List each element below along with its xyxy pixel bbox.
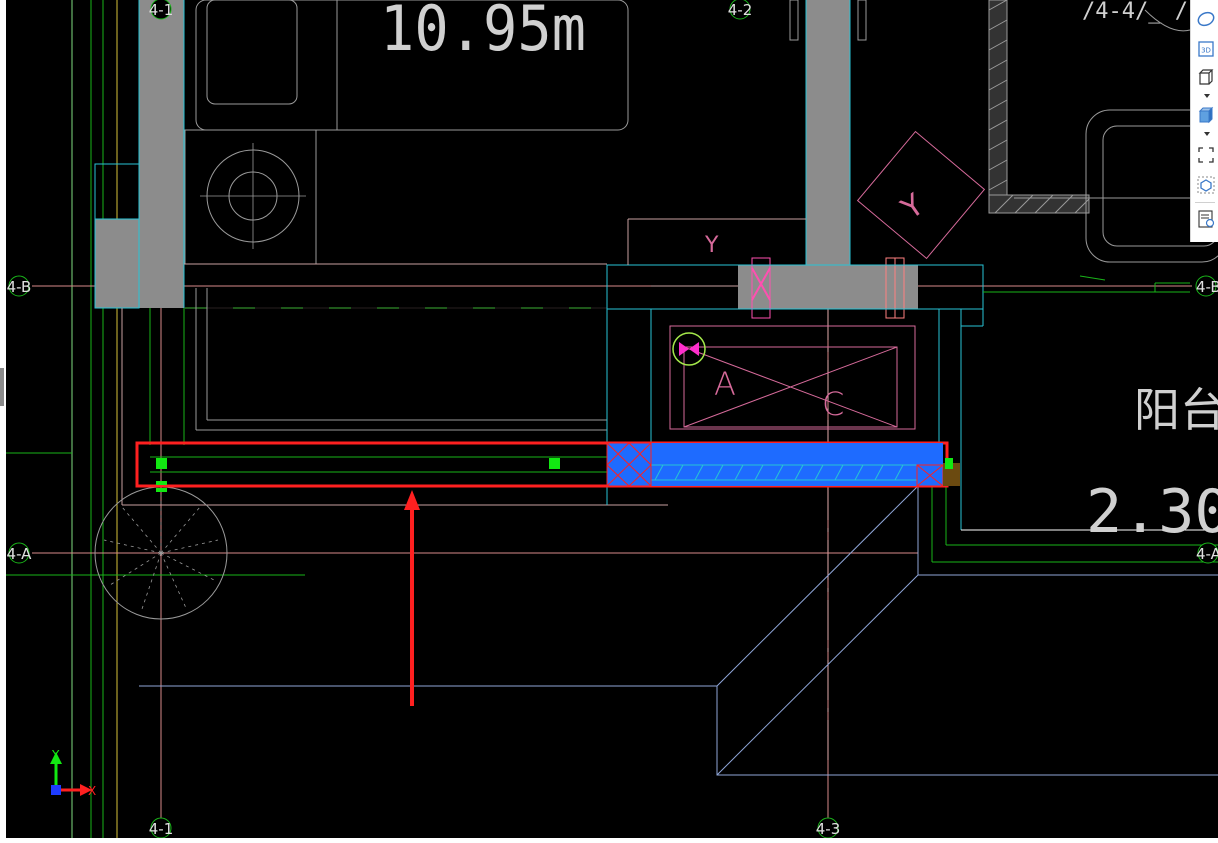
svg-text:4-2: 4-2 (728, 1, 753, 19)
vent-label: Y (704, 233, 719, 258)
svg-text:4-B: 4-B (7, 278, 32, 296)
svg-text:3D: 3D (1201, 47, 1211, 55)
annotation-arrow (404, 490, 420, 706)
left-panel-edge (0, 0, 6, 843)
grip-handle[interactable] (945, 458, 953, 469)
fixture-outline (857, 0, 867, 41)
view-cube-dropdown-icon[interactable] (1204, 94, 1210, 98)
svg-text:4-3: 4-3 (816, 820, 841, 838)
area-label: 10.95m (380, 0, 586, 65)
isolate-object-button[interactable] (1195, 174, 1217, 196)
selection-frame-icon (1198, 147, 1214, 163)
balcony-outline (139, 685, 1218, 776)
toilet-fixture (856, 130, 986, 260)
grid-bubble-left-4-a: 4-A (7, 542, 33, 564)
cad-drawing-canvas[interactable]: 10.95m Y Y A C /4-4/_ / 阳台 2.30 4-1 4-2 … (0, 0, 1218, 843)
ucs-icon: Y X (50, 748, 96, 798)
svg-text:4-A: 4-A (1196, 545, 1218, 563)
svg-text:4-1: 4-1 (149, 1, 174, 19)
grid-bubble-right-4-a: 4-A (1196, 542, 1218, 564)
wall-column-center (806, 0, 850, 265)
bottom-edge (0, 838, 1218, 843)
green-wall-line (1079, 275, 1106, 281)
shaded-dropdown-icon[interactable] (1204, 132, 1210, 136)
balcony-diagonal (716, 485, 919, 687)
wall-stub (95, 219, 139, 308)
view-cube-button[interactable] (1195, 66, 1217, 88)
svg-text:4-A: 4-A (7, 545, 33, 563)
view-toolbar: 3D (1190, 0, 1218, 242)
appliance-inner (206, 0, 298, 105)
wall-column-left (139, 0, 184, 308)
grid-bubble-right-4-b: 4-B (1195, 275, 1218, 297)
equipment-label-c: C (822, 385, 844, 423)
3d-view-icon: 3D (1198, 41, 1214, 57)
grid-bubble-top-4-1: 4-1 (149, 0, 174, 20)
cad-viewport[interactable]: 10.95m Y Y A C /4-4/_ / 阳台 2.30 4-1 4-2 … (0, 0, 1218, 843)
balcony-diagonal (716, 574, 919, 776)
grid-bubble-left-4-b: 4-B (7, 275, 32, 297)
grip-handle[interactable] (156, 488, 167, 492)
balcony-area-label: 2.30m (1086, 477, 1218, 547)
grid-bubble-top-4-2: 4-2 (728, 0, 753, 20)
grip-handle[interactable] (156, 481, 167, 485)
room-label-partial: /4-4/_ / (1082, 0, 1188, 24)
properties-icon (1198, 210, 1215, 228)
svg-text:4-B: 4-B (1196, 278, 1218, 296)
equipment-box (669, 325, 916, 430)
shaded-cube-button[interactable] (1195, 104, 1217, 126)
grip-handle[interactable] (156, 458, 167, 469)
selection-frame-button[interactable] (1195, 144, 1217, 166)
grid-bubble-bottom-4-1: 4-1 (149, 817, 174, 839)
svg-text:4-1: 4-1 (149, 820, 174, 838)
balcony-label: 阳台 (1134, 383, 1218, 437)
3d-view-button[interactable]: 3D (1195, 38, 1217, 60)
toolbar-separator (1195, 202, 1215, 203)
view-cube-icon (1198, 69, 1214, 85)
fixture-outline (789, 0, 799, 41)
panel-collapse-handle[interactable] (0, 368, 4, 406)
orbit-button[interactable] (1195, 8, 1217, 30)
equipment-label-a: A (714, 365, 736, 403)
valve-icon (689, 342, 699, 356)
toilet-label: Y (895, 187, 931, 227)
grid-bubble-bottom-4-3: 4-3 (816, 817, 841, 839)
ucs-x-label: X (88, 784, 96, 798)
grip-handle[interactable] (549, 458, 560, 469)
shaded-cube-icon (1198, 106, 1214, 124)
properties-button[interactable] (1195, 208, 1217, 230)
ucs-y-label: Y (51, 748, 60, 762)
orbit-icon (1197, 11, 1215, 27)
isolate-object-icon (1197, 176, 1215, 194)
wall-beam-center (738, 265, 918, 309)
